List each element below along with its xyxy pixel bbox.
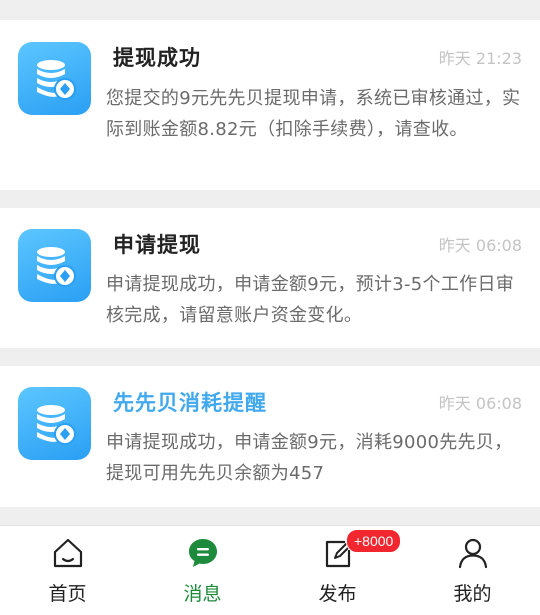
chat-bubble-icon — [188, 539, 217, 567]
message-card[interactable]: 申请提现 昨天 06:08 申请提现成功，申请金额9元，预计3-5个工作日审核完… — [0, 208, 540, 348]
message-body: 申请提现成功，申请金额9元，预计3-5个工作日审核完成，请留意账户资金变化。 — [106, 274, 515, 326]
home-icon — [53, 538, 82, 568]
tab-messages-label: 消息 — [183, 583, 222, 605]
message-body: 您提交的9元先先贝提现申请，系统已审核通过，实际到账金额8.82元（扣除手续费）… — [106, 88, 521, 140]
message-title: 提现成功 — [113, 46, 201, 70]
tab-home[interactable]: 首页 — [0, 526, 135, 615]
message-card[interactable]: 先先贝消耗提醒 昨天 06:08 申请提现成功，申请金额9元，消耗9000先先贝… — [0, 366, 540, 507]
coin-stack-icon — [18, 229, 91, 302]
tab-mine-label: 我的 — [453, 583, 492, 605]
tab-messages[interactable]: 消息 — [135, 526, 270, 615]
user-icon — [458, 538, 487, 569]
message-body: 申请提现成功，申请金额9元，消耗9000先先贝，提现可用先先贝余额为457 — [106, 432, 513, 484]
tab-publish-label: 发布 — [318, 583, 357, 605]
coin-stack-icon — [18, 387, 91, 460]
message-time: 昨天 21:23 — [438, 49, 522, 68]
message-time: 昨天 06:08 — [438, 394, 522, 413]
message-time: 昨天 06:08 — [438, 236, 522, 255]
message-card[interactable]: 提现成功 昨天 21:23 您提交的9元先先贝提现申请，系统已审核通过，实际到账… — [0, 20, 540, 190]
tab-mine[interactable]: 我的 — [405, 526, 540, 615]
bottom-tab-bar: 首页 消息 发布 我的 — [0, 525, 540, 615]
coin-stack-icon — [18, 42, 91, 115]
tab-home-label: 首页 — [48, 583, 87, 605]
publish-badge: +8000 — [346, 529, 402, 553]
message-title: 先先贝消耗提醒 — [113, 391, 267, 415]
message-title: 申请提现 — [113, 233, 201, 257]
